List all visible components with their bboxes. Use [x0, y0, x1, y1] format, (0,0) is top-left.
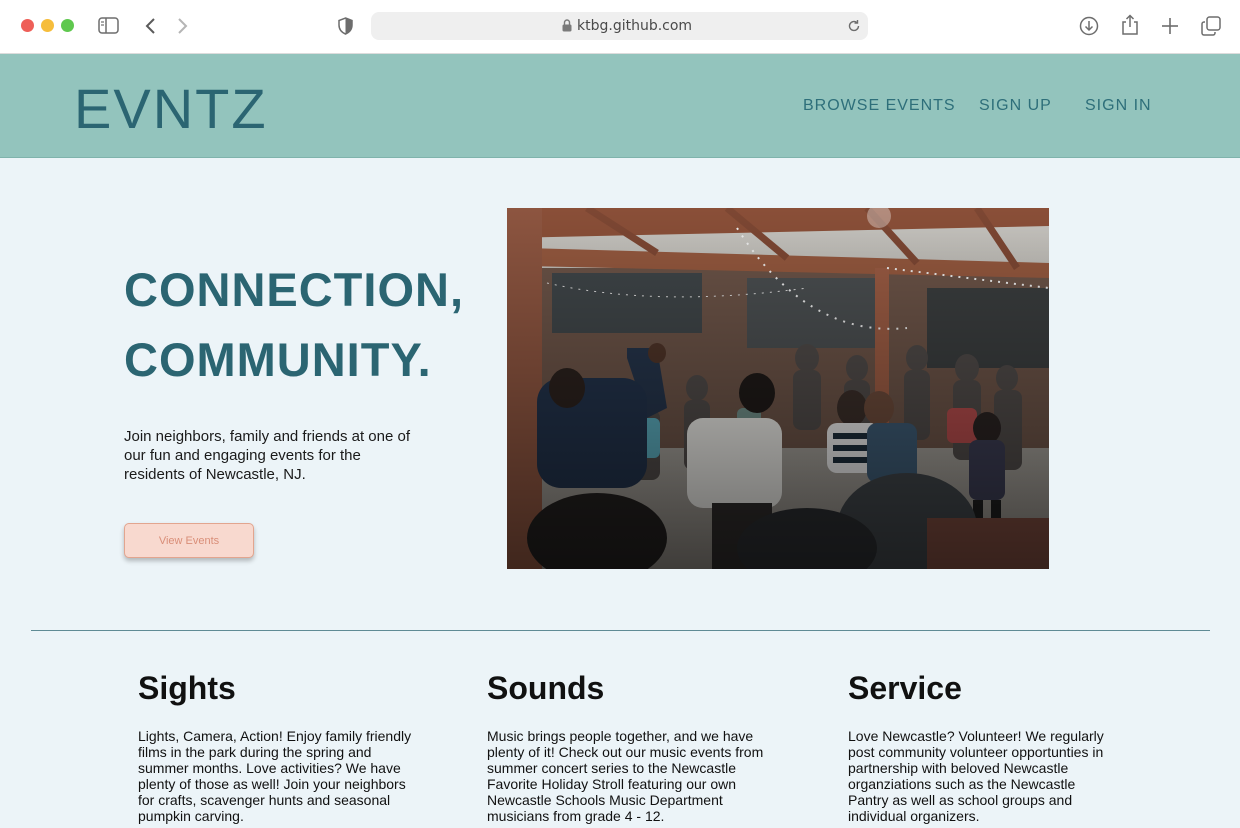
- hero-headline-line-1: CONNECTION,: [124, 263, 464, 316]
- view-events-button[interactable]: View Events: [124, 523, 254, 558]
- feature-text-sounds: Music brings people together, and we hav…: [487, 728, 764, 824]
- sidebar-icon[interactable]: [98, 17, 119, 34]
- browser-toolbar: ktbg.github.com: [0, 0, 1240, 54]
- privacy-shield-icon[interactable]: [338, 17, 353, 35]
- feature-text-sights: Lights, Camera, Action! Enjoy family fri…: [138, 728, 412, 824]
- address-url: ktbg.github.com: [577, 18, 693, 34]
- close-window-button[interactable]: [21, 19, 34, 32]
- share-icon[interactable]: [1121, 14, 1139, 36]
- feature-title-sounds: Sounds: [487, 670, 605, 706]
- back-icon[interactable]: [144, 17, 156, 35]
- nav-sign-in[interactable]: SIGN IN: [1085, 97, 1152, 115]
- feature-title-sights: Sights: [138, 670, 236, 706]
- tab-overview-icon[interactable]: [1201, 16, 1221, 36]
- hero-headline-line-2: COMMUNITY.: [124, 333, 432, 386]
- site-header: EVNTZ BROWSE EVENTS SIGN UP SIGN IN: [0, 54, 1240, 158]
- address-bar[interactable]: ktbg.github.com: [371, 12, 868, 40]
- reload-icon[interactable]: [846, 18, 862, 34]
- nav-browse-events[interactable]: BROWSE EVENTS: [803, 97, 956, 115]
- hero-description: Join neighbors, family and friends at on…: [124, 428, 411, 483]
- section-divider: [31, 630, 1210, 631]
- zoom-window-button[interactable]: [61, 19, 74, 32]
- new-tab-icon[interactable]: [1161, 17, 1179, 35]
- feature-text-service: Love Newcastle? Volunteer! We regularly …: [848, 728, 1104, 824]
- main-content: CONNECTION, COMMUNITY. Join neighbors, f…: [0, 158, 1240, 828]
- feature-title-service: Service: [848, 670, 962, 706]
- nav-sign-up[interactable]: SIGN UP: [979, 97, 1052, 115]
- hero-crowd-photo: [507, 208, 1049, 569]
- forward-icon[interactable]: [177, 17, 189, 35]
- minimize-window-button[interactable]: [41, 19, 54, 32]
- lock-icon: [562, 19, 572, 32]
- downloads-icon[interactable]: [1079, 16, 1099, 36]
- site-logo[interactable]: EVNTZ: [74, 76, 268, 141]
